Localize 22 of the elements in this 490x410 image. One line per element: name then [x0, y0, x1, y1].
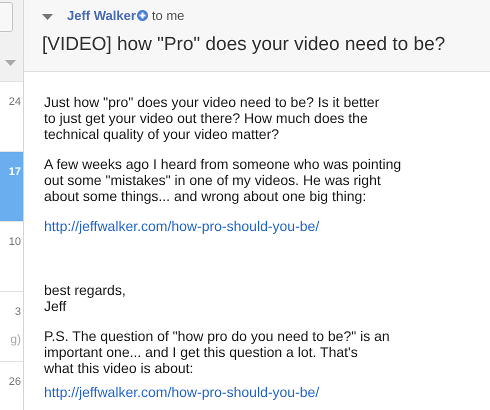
add-contact-icon[interactable]	[136, 10, 148, 20]
message-snippet: g)	[10, 332, 21, 346]
message-time: 26	[8, 376, 21, 388]
body-paragraph: A few weeks ago I heard from someone who was pointing out some "mistakes" in one of my videos. He was right about some things... and wrong about one big thing:	[44, 156, 402, 204]
message-row[interactable]: 10	[0, 222, 23, 292]
sender-name[interactable]: Jeff Walker	[67, 8, 136, 22]
signature: best regards, Jeff	[44, 282, 127, 314]
caret-icon[interactable]	[5, 60, 16, 66]
recipient-label: to me	[152, 8, 184, 22]
message-row[interactable]: 17	[0, 152, 23, 222]
message-row[interactable]: 26	[0, 362, 23, 410]
message-time: 3	[14, 306, 21, 318]
body-paragraph: Just how "pro" does your video need to be? Is it better to just get your video out there? How much does the technical quality of your video matter?	[44, 94, 380, 142]
message-time: 10	[8, 236, 21, 248]
caret-icon[interactable]	[42, 14, 53, 20]
message-time: 17	[8, 166, 21, 178]
link[interactable]: http://jeffwalker.com/how-pro-should-you-be/	[44, 218, 490, 234]
link[interactable]: http://jeffwalker.com/how-pro-should-you-be/	[44, 384, 490, 400]
message-time: 24	[8, 96, 21, 108]
subject-line: [VIDEO] how "Pro" does your video need to be?	[42, 34, 446, 56]
body-paragraph: P.S. The question of "how pro do you need to be?" is an important one... and I get this question a lot. That's what this video is about:	[44, 328, 391, 376]
message-row[interactable]: 3 g)	[0, 292, 23, 362]
